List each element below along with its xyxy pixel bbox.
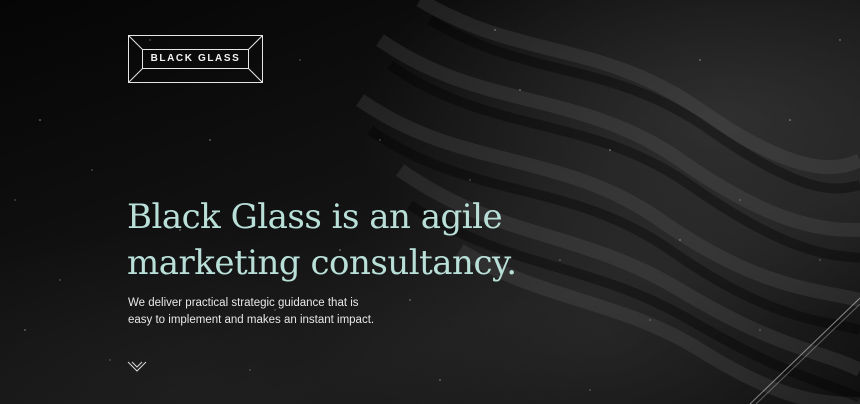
hero-subtext: We deliver practical strategic guidance … — [128, 295, 388, 329]
hero-headline: Black Glass is an agile marketing consul… — [127, 194, 647, 286]
headline-line-2: marketing consultancy. — [127, 243, 517, 283]
subtext-line-2: easy to implement and makes an instant i… — [128, 314, 375, 326]
logo-text: BLACK GLASS — [150, 53, 241, 64]
headline-line-1: Black Glass is an agile — [127, 197, 503, 237]
subtext-line-1: We deliver practical strategic guidance … — [128, 297, 359, 309]
logo[interactable]: BLACK GLASS — [128, 35, 263, 83]
scroll-down-button[interactable] — [127, 360, 147, 374]
chevron-down-icon — [127, 361, 147, 372]
decorative-corner-line — [749, 297, 860, 404]
hero-section: BLACK GLASS Black Glass is an agile mark… — [0, 0, 860, 404]
